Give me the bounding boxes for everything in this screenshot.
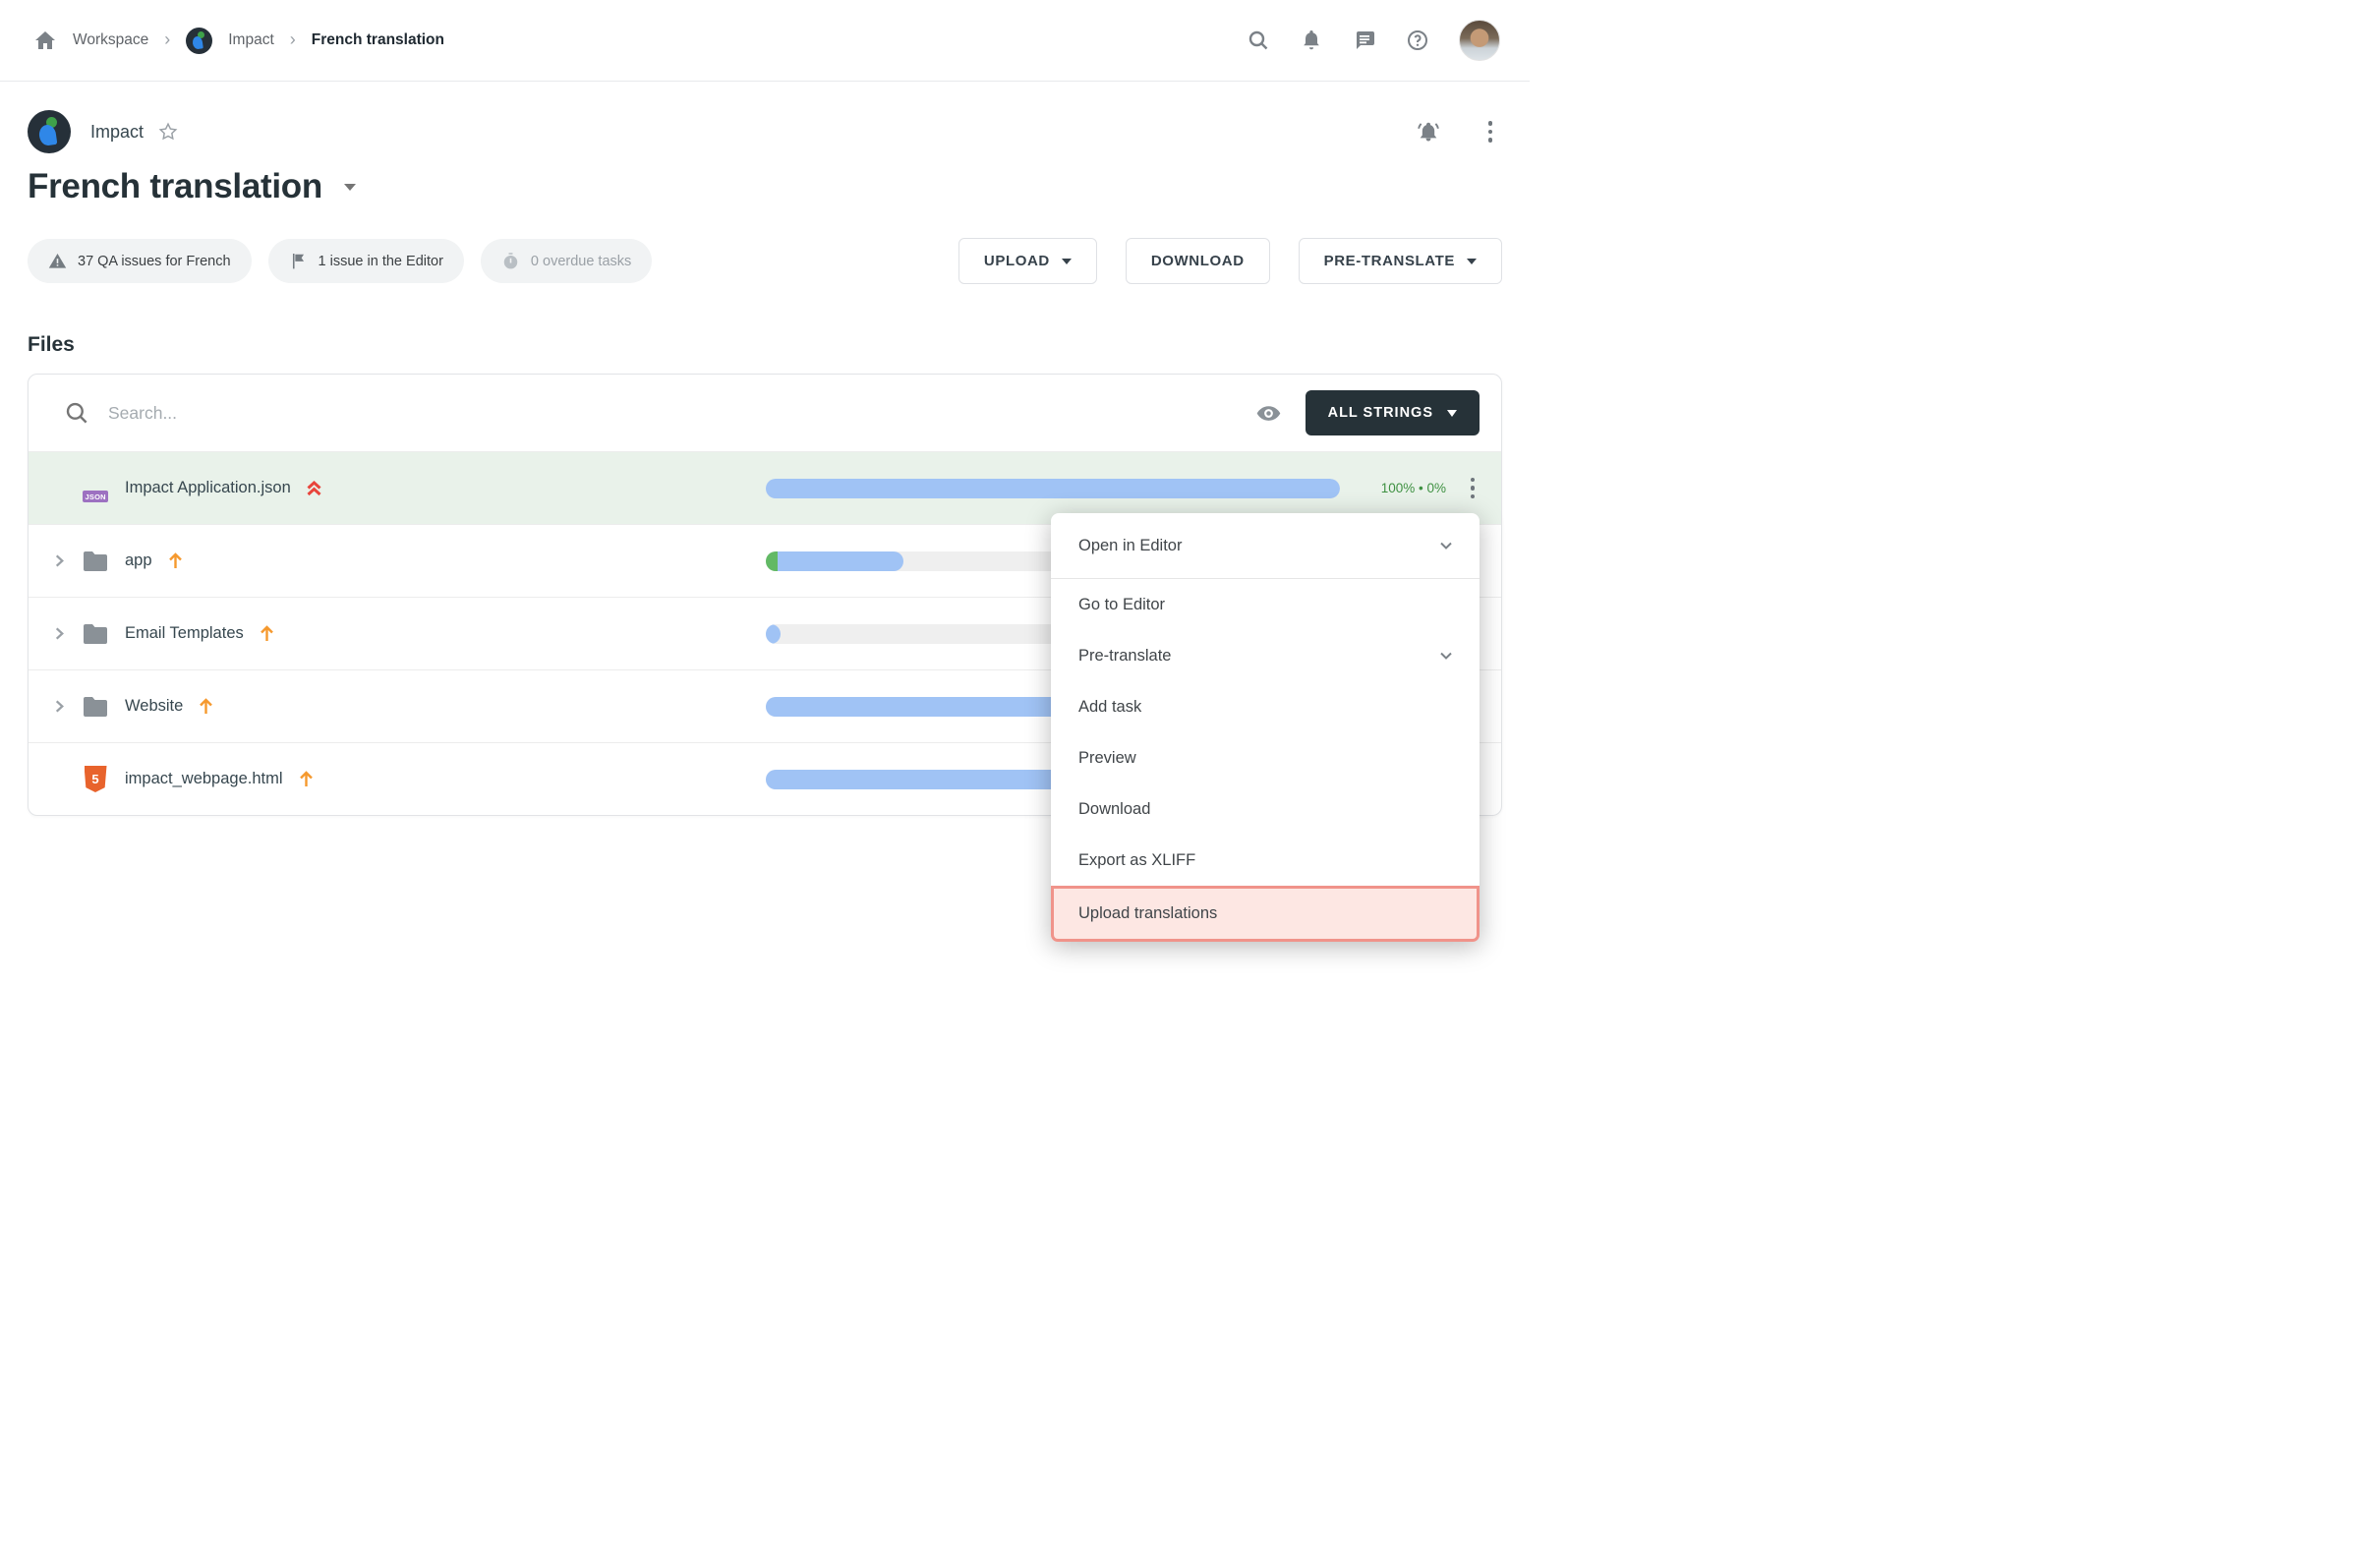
warning-triangle-icon [48, 252, 67, 270]
upload-button[interactable]: UPLOAD [958, 238, 1097, 284]
chevron-down-icon [1062, 259, 1072, 264]
breadcrumb-project[interactable]: Impact [228, 31, 274, 49]
stopwatch-icon [501, 252, 520, 270]
top-navbar: Workspace › Impact › French translation [0, 0, 1530, 82]
menu-item-open-in-editor[interactable]: Open in Editor [1051, 513, 1480, 578]
menu-item-label: Preview [1078, 749, 1136, 768]
file-name: impact_webpage.html [125, 770, 283, 788]
folder-icon [76, 696, 115, 717]
project-more-menu-icon[interactable] [1484, 117, 1497, 146]
title-dropdown-caret-icon[interactable] [344, 184, 356, 191]
strings-filter-label: ALL STRINGS [1328, 405, 1433, 421]
overdue-tasks-label: 0 overdue tasks [531, 254, 631, 269]
flag-icon [289, 252, 308, 270]
title-row: French translation [28, 167, 1502, 206]
chevron-right-icon: › [290, 30, 296, 48]
menu-item-label: Open in Editor [1078, 537, 1182, 555]
qa-issues-badge[interactable]: 37 QA issues for French [28, 239, 252, 283]
menu-item-label: Upload translations [1078, 904, 1217, 923]
action-buttons: UPLOAD DOWNLOAD PRE-TRANSLATE [958, 238, 1502, 284]
status-badges: 37 QA issues for French 1 issue in the E… [28, 239, 652, 283]
qa-issues-label: 37 QA issues for French [78, 254, 231, 269]
row-right: 100% • 0% [766, 474, 1487, 503]
watch-notifications-bell-icon[interactable] [1416, 119, 1441, 145]
html-file-icon: 5 [76, 766, 115, 792]
editor-issues-label: 1 issue in the Editor [319, 254, 443, 269]
breadcrumb-workspace[interactable]: Workspace [73, 31, 148, 49]
editor-issues-badge[interactable]: 1 issue in the Editor [268, 239, 464, 283]
menu-item-label: Download [1078, 800, 1150, 819]
chevron-down-icon [1438, 648, 1454, 664]
file-name: Impact Application.json [125, 479, 291, 497]
app-root: { "navbar": { "breadcrumb": { "workspace… [0, 0, 1530, 1006]
folder-icon [76, 551, 115, 571]
translation-progress-bar [766, 479, 1340, 498]
folder-name: Email Templates [125, 624, 244, 643]
overdue-tasks-badge: 0 overdue tasks [481, 239, 652, 283]
files-search-input[interactable] [108, 403, 1255, 424]
toolbar: 37 QA issues for French 1 issue in the E… [28, 238, 1502, 284]
progress-stats: 100% • 0% [1352, 481, 1446, 495]
star-favorite-icon[interactable] [157, 121, 179, 143]
menu-item-pre-translate[interactable]: Pre-translate [1051, 630, 1480, 681]
page-title: French translation [28, 167, 322, 206]
menu-item-go-to-editor[interactable]: Go to Editor [1051, 579, 1480, 630]
download-button-label: DOWNLOAD [1151, 253, 1245, 269]
menu-item-preview[interactable]: Preview [1051, 732, 1480, 783]
project-header-actions [1416, 117, 1503, 146]
expand-chevron-icon[interactable] [42, 699, 76, 714]
project-logo-small[interactable] [186, 28, 212, 54]
breadcrumb: Workspace › Impact › French translation [33, 28, 444, 54]
menu-item-upload-translations[interactable]: Upload translations [1051, 886, 1480, 942]
pre-translate-button[interactable]: PRE-TRANSLATE [1299, 238, 1502, 284]
expand-chevron-icon[interactable] [42, 553, 76, 568]
project-header: Impact [28, 110, 1502, 153]
search-icon[interactable] [1247, 29, 1270, 52]
breadcrumb-current-page: French translation [312, 31, 444, 49]
menu-item-add-task[interactable]: Add task [1051, 681, 1480, 732]
menu-item-label: Pre-translate [1078, 647, 1171, 666]
pre-translate-button-label: PRE-TRANSLATE [1324, 253, 1455, 269]
priority-high-icon [259, 624, 275, 643]
expand-chevron-icon[interactable] [42, 626, 76, 641]
project-name: Impact [90, 122, 144, 143]
priority-high-icon [167, 551, 184, 570]
upload-button-label: UPLOAD [984, 253, 1050, 269]
files-search-row: ALL STRINGS [29, 375, 1501, 451]
chevron-down-icon [1438, 538, 1454, 553]
priority-high-icon [198, 697, 214, 716]
json-file-icon: JSON [76, 474, 115, 502]
chevron-down-icon [1447, 410, 1457, 417]
chevron-down-icon [1467, 259, 1477, 264]
menu-item-label: Export as XLIFF [1078, 851, 1195, 870]
menu-item-label: Add task [1078, 698, 1141, 717]
folder-icon [76, 623, 115, 644]
file-context-menu: Open in Editor Go to Editor Pre-translat… [1051, 513, 1480, 942]
download-button[interactable]: DOWNLOAD [1126, 238, 1270, 284]
files-heading: Files [28, 333, 1502, 357]
folder-name: app [125, 551, 152, 570]
menu-item-label: Go to Editor [1078, 596, 1165, 614]
menu-item-download[interactable]: Download [1051, 783, 1480, 835]
search-icon [64, 400, 89, 426]
priority-urgent-icon [306, 479, 322, 497]
menu-item-export-as-xliff[interactable]: Export as XLIFF [1051, 835, 1480, 886]
row-more-menu-icon[interactable] [1458, 474, 1487, 503]
help-icon[interactable] [1406, 29, 1429, 52]
strings-filter-button[interactable]: ALL STRINGS [1306, 390, 1480, 435]
navbar-actions [1247, 20, 1500, 61]
home-icon[interactable] [33, 29, 57, 52]
folder-name: Website [125, 697, 183, 716]
visibility-eye-icon[interactable] [1255, 400, 1282, 427]
messages-chat-icon[interactable] [1353, 29, 1376, 52]
project-logo [28, 110, 71, 153]
chevron-right-icon: › [164, 30, 170, 48]
user-avatar[interactable] [1459, 20, 1500, 61]
priority-high-icon [298, 770, 315, 788]
notifications-bell-icon[interactable] [1300, 29, 1323, 52]
